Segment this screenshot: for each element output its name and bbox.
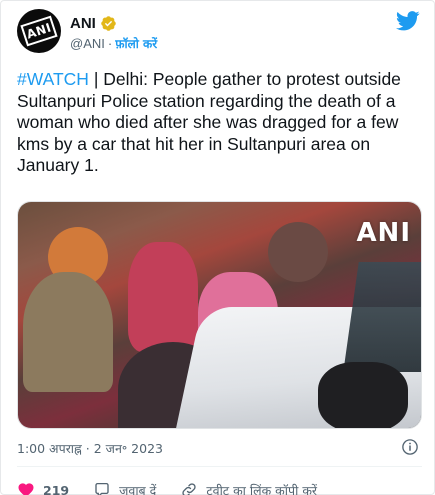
speech-bubble-icon xyxy=(95,482,109,495)
twitter-bird-icon[interactable] xyxy=(396,11,420,31)
crowd-figure xyxy=(318,362,408,428)
divider xyxy=(17,466,422,467)
copy-link-button[interactable]: ट्वीट का लिंक कॉपी करें xyxy=(180,481,317,495)
copy-link-label: ट्वीट का लिंक कॉपी करें xyxy=(206,482,318,495)
timestamp[interactable]: 1:00 अपराह्न · 2 जन॰ 2023 xyxy=(17,440,163,457)
tweet-card: ANI ANI @ANI · फ़ॉलो करें #WATCH | Delhi… xyxy=(0,0,435,495)
ani-logo: ANI xyxy=(20,15,58,47)
tweet-header: ANI ANI @ANI · फ़ॉलो करें xyxy=(17,9,422,55)
reply-label: जवाब दें xyxy=(119,482,157,495)
follow-button[interactable]: फ़ॉलो करें xyxy=(115,35,157,52)
video-watermark: ANI xyxy=(356,218,411,248)
crowd-figure xyxy=(128,242,198,352)
avatar-logo-text: ANI xyxy=(24,20,54,42)
action-bar: 219 जवाब दें ट्वीट का लिंक कॉपी करें xyxy=(17,479,422,495)
like-button[interactable]: 219 xyxy=(17,481,69,495)
display-name[interactable]: ANI xyxy=(70,15,96,32)
avatar[interactable]: ANI xyxy=(17,9,61,53)
heart-icon xyxy=(18,483,34,495)
user-handle[interactable]: @ANI xyxy=(70,36,105,51)
link-icon xyxy=(182,483,196,495)
verified-badge-icon xyxy=(101,15,116,31)
handle-row: @ANI · फ़ॉलो करें xyxy=(70,34,157,52)
tweet-meta: 1:00 अपराह्न · 2 जन॰ 2023 xyxy=(17,438,422,458)
tweet-video[interactable]: ANI xyxy=(17,201,422,429)
hashtag-link[interactable]: #WATCH xyxy=(17,69,89,89)
crowd-figure xyxy=(23,272,113,392)
like-count: 219 xyxy=(43,482,70,495)
crowd-figure xyxy=(268,222,328,282)
info-icon[interactable] xyxy=(401,438,419,456)
separator-dot: · xyxy=(107,35,113,51)
name-row: ANI xyxy=(70,13,117,33)
reply-button[interactable]: जवाब दें xyxy=(93,481,156,495)
tweet-text: #WATCH | Delhi: People gather to protest… xyxy=(17,69,413,177)
